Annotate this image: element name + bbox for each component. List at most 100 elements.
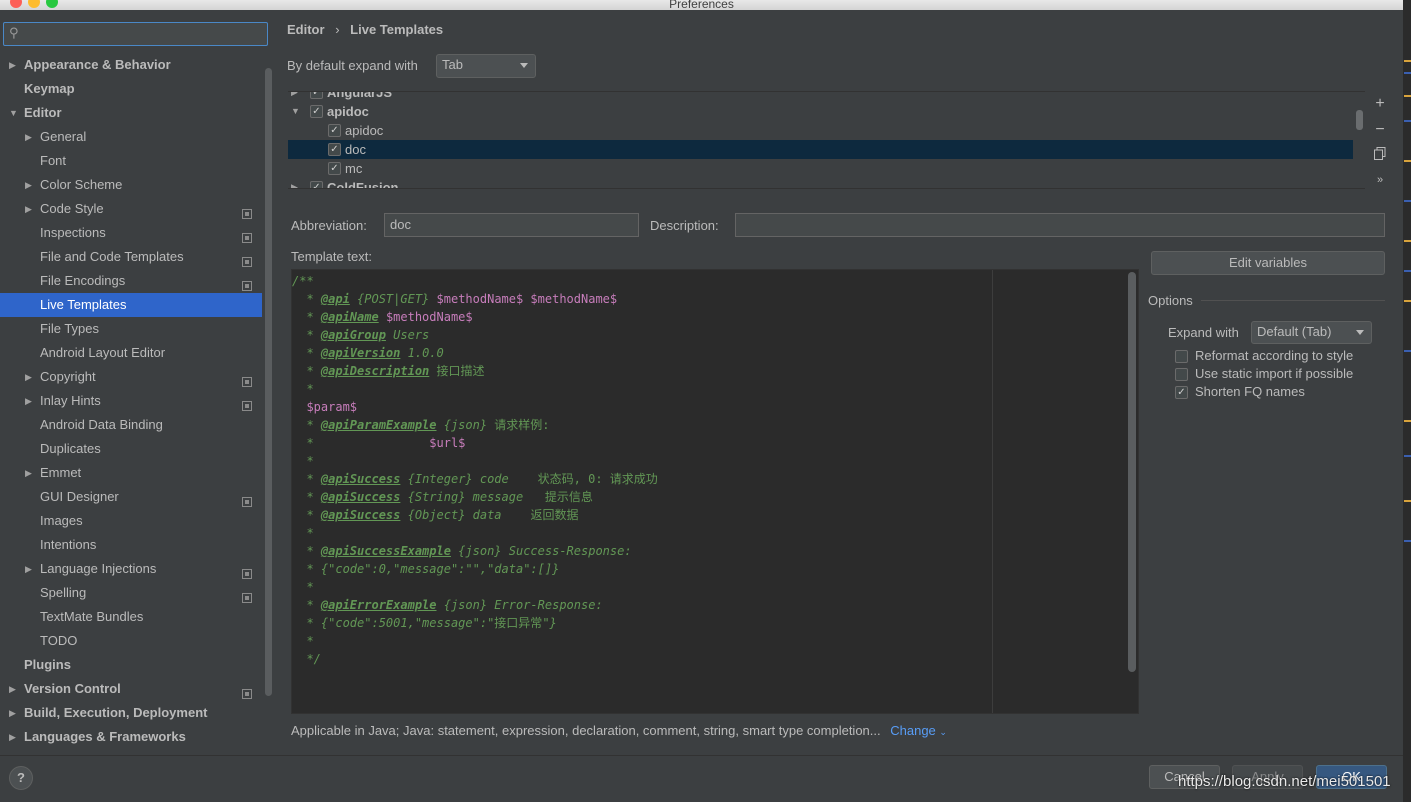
help-button[interactable]: ? [9,766,33,790]
zoom-window-button[interactable] [46,0,58,8]
expand-with-label: Expand with [1168,325,1239,340]
sidebar-item[interactable]: Plugins [0,653,262,677]
sidebar-item[interactable]: TODO [0,629,262,653]
expand-right-arrow-icon[interactable]: ▶ [9,677,16,701]
sidebar-scrollbar[interactable] [265,68,272,696]
description-input[interactable] [735,213,1385,237]
expand-right-arrow-icon[interactable]: ▶ [291,92,298,102]
doc-tag: @apiErrorExample [320,598,437,612]
template-checkbox[interactable]: ✓ [310,105,323,118]
sidebar-item[interactable]: Keymap [0,77,262,101]
template-row[interactable]: ✓ apidoc [288,121,1353,140]
sidebar-item[interactable]: File Types [0,317,262,341]
expand-right-arrow-icon[interactable]: ▶ [291,178,298,188]
minimize-window-button[interactable] [28,0,40,8]
close-window-button[interactable] [10,0,22,8]
sidebar-item[interactable]: File Encodings [0,269,262,293]
sidebar-item[interactable]: TextMate Bundles [0,605,262,629]
expand-right-arrow-icon[interactable]: ▶ [25,197,32,221]
sidebar-item[interactable]: Spelling [0,581,262,605]
template-row[interactable]: ✓ mc [288,159,1353,178]
edit-variables-button[interactable]: Edit variables [1151,251,1385,275]
options-divider [1201,300,1385,301]
sidebar-item[interactable]: Android Layout Editor [0,341,262,365]
option-checkbox[interactable] [1175,368,1188,381]
expand-right-arrow-icon[interactable]: ▶ [25,125,32,149]
sidebar-item-label: Inlay Hints [40,393,101,408]
sidebar-item[interactable]: Android Data Binding [0,413,262,437]
template-list-scrollbar[interactable] [1356,110,1363,130]
add-template-button[interactable]: + [1370,94,1390,114]
sidebar-item[interactable]: ▶ Appearance & Behavior [0,53,262,77]
template-text-label: Template text: [291,249,372,264]
settings-search-input[interactable]: ⚲ [3,22,268,46]
template-group-row[interactable]: ▶ ✓ AngularJS [288,92,1353,102]
sidebar-item[interactable]: File and Code Templates [0,245,262,269]
code-line: * @apiSuccess {Object} data 返回数据 [292,506,578,524]
sidebar-item[interactable]: Images [0,509,262,533]
sidebar-item[interactable]: Duplicates [0,437,262,461]
template-row[interactable]: ✓ doc [288,140,1353,159]
code-text: * [292,382,314,396]
template-variable: $methodName$ $methodName$ [436,292,618,306]
sidebar-item[interactable]: ▶ Color Scheme [0,173,262,197]
sidebar-item[interactable]: ▶ Version Control [0,677,262,701]
expand-right-arrow-icon[interactable]: ▶ [25,389,32,413]
sidebar-item[interactable]: GUI Designer [0,485,262,509]
template-checkbox[interactable]: ✓ [328,162,341,175]
sidebar-item[interactable]: ▶ General [0,125,262,149]
code-text: * [292,292,321,306]
expand-right-arrow-icon[interactable]: ▶ [25,365,32,389]
code-text: 1.0.0 [400,346,444,360]
code-text: * [292,634,314,648]
sidebar-item[interactable]: ▶ Copyright [0,365,262,389]
doc-tag: @apiVersion [320,346,401,360]
expand-right-arrow-icon[interactable]: ▶ [9,53,16,77]
sidebar-item[interactable]: ▼ Editor [0,101,262,125]
option-checkbox[interactable]: ✓ [1175,386,1188,399]
code-line: /** [292,272,314,290]
code-text: * {"code":0,"message":"","data":[]} [292,562,560,576]
sidebar-item[interactable]: Intentions [0,533,262,557]
code-line: * @apiSuccess {Integer} code 状态码, 0: 请求成… [292,470,657,488]
expand-right-arrow-icon[interactable]: ▶ [25,557,32,581]
template-group-row[interactable]: ▶ ✓ ColdFusion [288,178,1353,188]
code-text: * [292,490,321,504]
sidebar-item[interactable]: ▶ Code Style [0,197,262,221]
template-group-row[interactable]: ▼ ✓ apidoc [288,102,1353,121]
code-text: 请求样例: [494,418,550,432]
more-actions-button[interactable]: » [1370,170,1390,190]
expand-right-arrow-icon[interactable]: ▶ [9,701,16,725]
sidebar-item[interactable]: ▶ Languages & Frameworks [0,725,262,749]
expand-down-arrow-icon[interactable]: ▼ [291,102,300,121]
expand-right-arrow-icon[interactable]: ▶ [9,725,16,749]
abbreviation-input[interactable]: doc [384,213,639,237]
editor-scrollbar[interactable] [1128,272,1136,672]
template-checkbox[interactable]: ✓ [328,124,341,137]
template-checkbox[interactable]: ✓ [328,143,341,156]
sidebar-item-label: File and Code Templates [40,249,184,264]
expand-down-arrow-icon[interactable]: ▼ [9,101,18,125]
sidebar-item[interactable]: Live Templates [0,293,262,317]
remove-template-button[interactable]: − [1370,120,1390,140]
template-checkbox[interactable]: ✓ [310,181,323,188]
option-checkbox[interactable] [1175,350,1188,363]
sidebar-item[interactable]: ▶ Emmet [0,461,262,485]
change-contexts-link[interactable]: Change ⌄ [890,723,947,738]
expand-right-arrow-icon[interactable]: ▶ [25,173,32,197]
template-checkbox[interactable]: ✓ [310,92,323,99]
copy-icon[interactable] [1370,146,1390,166]
breadcrumb-parent: Editor [287,22,325,37]
sidebar-item[interactable]: Inspections [0,221,262,245]
template-text-editor[interactable]: /** * @api {POST|GET} $methodName$ $meth… [291,269,1139,714]
expand-with-select[interactable]: Default (Tab) [1251,321,1372,344]
sidebar-item[interactable]: Font [0,149,262,173]
sidebar-item[interactable]: ▶ Language Injections [0,557,262,581]
default-expand-select[interactable]: Tab [436,54,536,78]
sidebar-item[interactable]: ▶ Build, Execution, Deployment [0,701,262,725]
expand-right-arrow-icon[interactable]: ▶ [25,461,32,485]
project-settings-icon [242,395,252,411]
sidebar-item[interactable]: ▶ Inlay Hints [0,389,262,413]
